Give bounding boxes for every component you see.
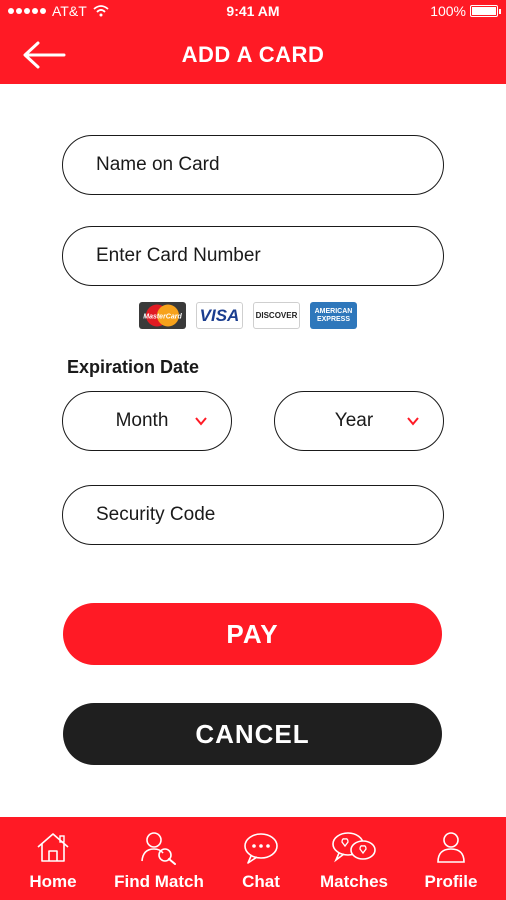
card-logos: MasterCard VISA DISCOVER AMERICAN EXPRES… bbox=[139, 302, 357, 329]
tab-profile-label: Profile bbox=[424, 872, 478, 891]
card-number-field[interactable]: Enter Card Number bbox=[62, 226, 444, 286]
chat-icon bbox=[244, 833, 278, 864]
find-match-icon bbox=[141, 832, 176, 865]
battery-icon bbox=[470, 5, 501, 17]
app-header: AT&T 9:41 AM 100% ADD A CARD bbox=[0, 0, 506, 84]
tab-home[interactable]: Home bbox=[14, 817, 92, 900]
security-code-field[interactable]: Security Code bbox=[62, 485, 444, 545]
year-select[interactable]: Year bbox=[274, 391, 444, 451]
mastercard-logo: MasterCard bbox=[139, 302, 186, 329]
page-title: ADD A CARD bbox=[181, 42, 325, 67]
tab-find-match-label: Find Match bbox=[114, 872, 204, 891]
matches-icon bbox=[332, 832, 376, 863]
bottom-tab-bar: Home Find Match Chat Matches Profile bbox=[0, 817, 506, 900]
visa-logo: VISA bbox=[196, 302, 243, 329]
tab-profile[interactable]: Profile bbox=[416, 817, 486, 900]
home-icon bbox=[37, 833, 69, 862]
tab-find-match[interactable]: Find Match bbox=[108, 817, 210, 900]
tab-matches[interactable]: Matches bbox=[312, 817, 396, 900]
tab-chat-label: Chat bbox=[242, 872, 280, 891]
status-bar: AT&T 9:41 AM 100% bbox=[0, 3, 506, 21]
cancel-button[interactable]: CANCEL bbox=[63, 703, 442, 765]
expiration-label: Expiration Date bbox=[67, 357, 200, 377]
tab-matches-label: Matches bbox=[319, 872, 389, 891]
discover-logo: DISCOVER bbox=[253, 302, 300, 329]
month-select[interactable]: Month bbox=[62, 391, 232, 451]
amex-text-2: EXPRESS bbox=[316, 315, 351, 323]
tab-chat[interactable]: Chat bbox=[230, 817, 292, 900]
pay-button[interactable]: PAY bbox=[63, 603, 442, 665]
mastercard-text: MasterCard bbox=[143, 314, 182, 321]
discover-text: DISCOVER bbox=[255, 311, 298, 320]
chevron-down-icon bbox=[407, 417, 419, 426]
amex-logo: AMERICAN EXPRESS bbox=[310, 302, 357, 329]
visa-text: VISA bbox=[199, 305, 240, 325]
chevron-down-icon bbox=[195, 417, 207, 426]
battery-label: 100% bbox=[430, 3, 466, 19]
name-on-card-field[interactable]: Name on Card bbox=[62, 135, 444, 195]
amex-text-1: AMERICAN bbox=[314, 307, 353, 315]
profile-icon bbox=[437, 832, 465, 863]
tab-home-label: Home bbox=[29, 872, 77, 891]
